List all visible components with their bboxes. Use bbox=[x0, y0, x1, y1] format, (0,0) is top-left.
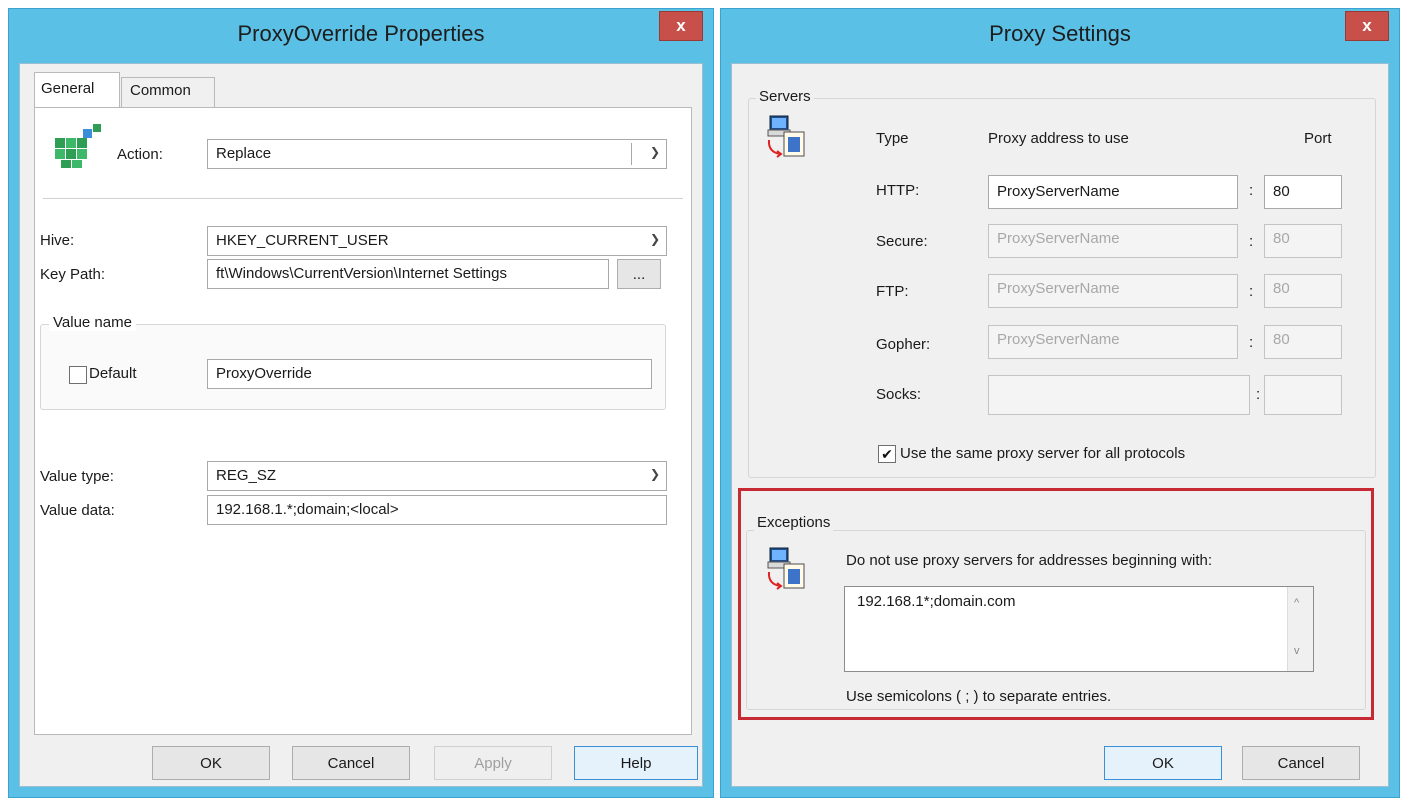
window-title: ProxyOverride Properties bbox=[237, 21, 485, 46]
key-path-label: Key Path: bbox=[40, 266, 106, 283]
default-checkbox[interactable] bbox=[69, 366, 87, 384]
type-column-header: Type bbox=[876, 130, 909, 147]
port-separator: : bbox=[1249, 233, 1254, 250]
exceptions-group-label: Exceptions bbox=[754, 514, 834, 531]
ok-button[interactable]: OK bbox=[1104, 746, 1222, 780]
key-path-field[interactable]: ft\Windows\CurrentVersion\Internet Setti… bbox=[207, 259, 609, 289]
chevron-up-icon[interactable]: ^ bbox=[1294, 597, 1299, 609]
tab-page-general: Action: Replace ❯ Hive: HKEY_CURRENT_USE… bbox=[34, 107, 692, 735]
http-address-field[interactable]: ProxyServerName bbox=[988, 175, 1238, 209]
value-type-select[interactable]: REG_SZ ❯ bbox=[207, 461, 667, 491]
exceptions-textarea[interactable]: 192.168.1*;domain.com ^ v bbox=[844, 586, 1314, 672]
tab-label: Common bbox=[130, 82, 191, 99]
secure-address-field[interactable]: ProxyServerName bbox=[988, 224, 1238, 258]
default-label: Default bbox=[89, 365, 137, 382]
value-name-field[interactable]: ProxyOverride bbox=[207, 359, 652, 389]
port-separator: : bbox=[1249, 182, 1254, 199]
separator bbox=[43, 198, 683, 199]
hive-label: Hive: bbox=[40, 232, 75, 249]
chevron-down-icon[interactable]: v bbox=[1294, 645, 1300, 657]
gopher-address-field[interactable]: ProxyServerName bbox=[988, 325, 1238, 359]
value-data-label: Value data: bbox=[40, 502, 115, 519]
value-type-label: Value type: bbox=[40, 468, 114, 485]
chevron-down-icon[interactable]: ❯ bbox=[650, 467, 660, 481]
tab-label: General bbox=[41, 80, 95, 97]
help-button[interactable]: Help bbox=[574, 746, 698, 780]
chevron-down-icon[interactable]: ❯ bbox=[650, 232, 660, 246]
http-label: HTTP: bbox=[876, 182, 920, 199]
hive-select[interactable]: HKEY_CURRENT_USER ❯ bbox=[207, 226, 667, 256]
ok-button[interactable]: OK bbox=[152, 746, 270, 780]
gopher-label: Gopher: bbox=[876, 336, 931, 353]
socks-port-field[interactable] bbox=[1264, 375, 1342, 415]
port-separator: : bbox=[1256, 386, 1261, 403]
cancel-button[interactable]: Cancel bbox=[292, 746, 410, 780]
tab-general[interactable]: General bbox=[34, 72, 120, 108]
close-button[interactable]: x bbox=[659, 11, 703, 41]
proxyoverride-properties-window: ProxyOverride Properties x General Commo… bbox=[8, 8, 714, 798]
exceptions-hint: Use semicolons ( ; ) to separate entries… bbox=[846, 688, 1112, 705]
same-proxy-checkbox[interactable]: ✔ bbox=[878, 445, 896, 463]
chevron-down-icon[interactable]: ❯ bbox=[650, 145, 660, 159]
port-separator: : bbox=[1249, 283, 1254, 300]
ftp-address-field[interactable]: ProxyServerName bbox=[988, 274, 1238, 308]
apply-button[interactable]: Apply bbox=[434, 746, 552, 780]
socks-address-field[interactable] bbox=[988, 375, 1250, 415]
browse-button[interactable]: ... bbox=[617, 259, 661, 289]
servers-group-label: Servers bbox=[756, 88, 814, 105]
socks-label: Socks: bbox=[876, 386, 922, 403]
network-settings-icon bbox=[767, 547, 805, 590]
secure-label: Secure: bbox=[876, 233, 928, 250]
close-button[interactable]: x bbox=[1345, 11, 1389, 41]
value-data-field[interactable]: 192.168.1.*;domain;<local> bbox=[207, 495, 667, 525]
value-type-value: REG_SZ bbox=[216, 467, 277, 484]
tab-common[interactable]: Common bbox=[121, 77, 215, 107]
same-proxy-label: Use the same proxy server for all protoc… bbox=[900, 445, 1186, 462]
dialog-client: General Common Action: Replace ❯ Hive: H… bbox=[19, 63, 703, 787]
window-title: Proxy Settings bbox=[989, 21, 1131, 46]
exceptions-description: Do not use proxy servers for addresses b… bbox=[846, 552, 1213, 569]
secure-port-field[interactable]: 80 bbox=[1264, 224, 1342, 258]
registry-icon bbox=[55, 124, 101, 168]
combo-divider bbox=[631, 143, 632, 165]
network-settings-icon bbox=[767, 115, 805, 158]
value-name-group-label: Value name bbox=[49, 314, 136, 331]
http-port-field[interactable]: 80 bbox=[1264, 175, 1342, 209]
cancel-button[interactable]: Cancel bbox=[1242, 746, 1360, 780]
ftp-port-field[interactable]: 80 bbox=[1264, 274, 1342, 308]
proxy-settings-window: Proxy Settings x Servers Type Proxy addr… bbox=[720, 8, 1400, 798]
port-column-header: Port bbox=[1304, 130, 1332, 147]
ftp-label: FTP: bbox=[876, 283, 909, 300]
action-label: Action: bbox=[117, 146, 163, 163]
address-column-header: Proxy address to use bbox=[988, 130, 1129, 147]
scrollbar[interactable]: ^ v bbox=[1287, 587, 1313, 671]
dialog-client: Servers Type Proxy address to use Port H… bbox=[731, 63, 1389, 787]
exceptions-text: 192.168.1*;domain.com bbox=[857, 593, 1016, 610]
port-separator: : bbox=[1249, 334, 1254, 351]
gopher-port-field[interactable]: 80 bbox=[1264, 325, 1342, 359]
hive-value: HKEY_CURRENT_USER bbox=[216, 232, 389, 249]
action-select[interactable]: Replace ❯ bbox=[207, 139, 667, 169]
action-value: Replace bbox=[216, 145, 272, 162]
